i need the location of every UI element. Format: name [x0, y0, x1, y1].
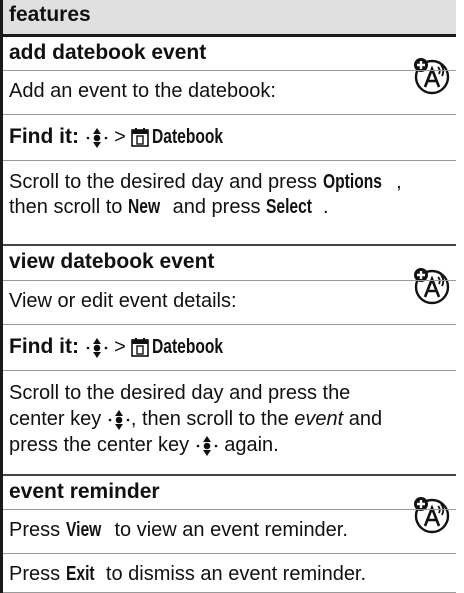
datebook-icon	[131, 128, 149, 147]
body-text: ,	[396, 171, 402, 193]
body-text: .	[322, 196, 329, 218]
section-line: Press View to view an event reminder.	[3, 519, 456, 542]
body-text: to view an event reminder.	[108, 519, 348, 541]
body-text: again.	[218, 434, 279, 456]
divider	[3, 553, 456, 554]
section-title-text: event reminder	[9, 480, 160, 503]
section-body: Scroll to the desired day and press the …	[3, 380, 456, 458]
section-title-add-datebook-event: add datebook event	[3, 41, 456, 65]
body-text: , then scroll to the	[130, 408, 295, 430]
find-it-path: Find it: > Datebook	[3, 125, 456, 149]
section-title-view-datebook-event: view datebook event	[3, 250, 456, 274]
body-text: and	[343, 408, 383, 430]
navigation-key-icon	[107, 409, 131, 431]
options-key: Options	[322, 171, 382, 193]
path-separator: >	[114, 126, 126, 148]
view-key: View	[65, 519, 101, 541]
section-title-text: add datebook event	[9, 41, 207, 64]
body-text: Press	[9, 519, 66, 541]
body-text: press the center key	[9, 434, 195, 456]
section-title-event-reminder: event reminder	[3, 480, 456, 504]
divider	[3, 370, 456, 371]
section-line: Press Exit to dismiss an event reminder.	[3, 563, 456, 586]
body-text: and press	[167, 196, 267, 218]
feature-table: features add datebook event Add an event…	[0, 0, 456, 593]
intro-text: View or edit event details:	[9, 290, 237, 312]
divider	[3, 114, 456, 115]
exit-key: Exit	[65, 563, 95, 585]
body-text: Scroll to the desired day and press the	[9, 382, 351, 404]
body-text: Scroll to the desired day and press	[9, 171, 323, 193]
datebook-menu-item: Datebook	[152, 126, 224, 148]
find-it-path: Find it: > Datebook	[3, 335, 456, 359]
body-text: to dismiss an event reminder.	[100, 563, 367, 585]
divider	[3, 509, 456, 510]
body-text: then scroll to	[9, 196, 128, 218]
table-header: features	[3, 0, 456, 34]
divider	[3, 34, 456, 37]
body-text: center key	[9, 408, 107, 430]
navigation-key-icon	[85, 337, 109, 359]
intro-text: Add an event to the datebook:	[9, 80, 276, 102]
section-title-text: view datebook event	[9, 250, 215, 273]
new-key: New	[127, 196, 161, 218]
find-it-label: Find it:	[9, 335, 79, 358]
divider	[3, 474, 456, 476]
table-header-title: features	[9, 3, 91, 26]
section-intro: Add an event to the datebook:	[3, 80, 456, 103]
find-it-label: Find it:	[9, 125, 79, 148]
divider	[3, 324, 456, 325]
event-term: event	[294, 408, 344, 430]
divider	[3, 280, 456, 281]
body-text: Press	[9, 563, 66, 585]
navigation-key-icon	[85, 127, 109, 149]
datebook-menu-item: Datebook	[152, 336, 224, 358]
divider	[3, 70, 456, 71]
divider	[3, 160, 456, 161]
section-intro: View or edit event details:	[3, 290, 456, 313]
path-separator: >	[114, 336, 126, 358]
navigation-key-icon	[195, 435, 219, 457]
divider	[3, 244, 456, 246]
section-body: Scroll to the desired day and press Opti…	[3, 170, 456, 220]
select-key: Select	[266, 196, 313, 218]
datebook-icon	[131, 338, 149, 357]
